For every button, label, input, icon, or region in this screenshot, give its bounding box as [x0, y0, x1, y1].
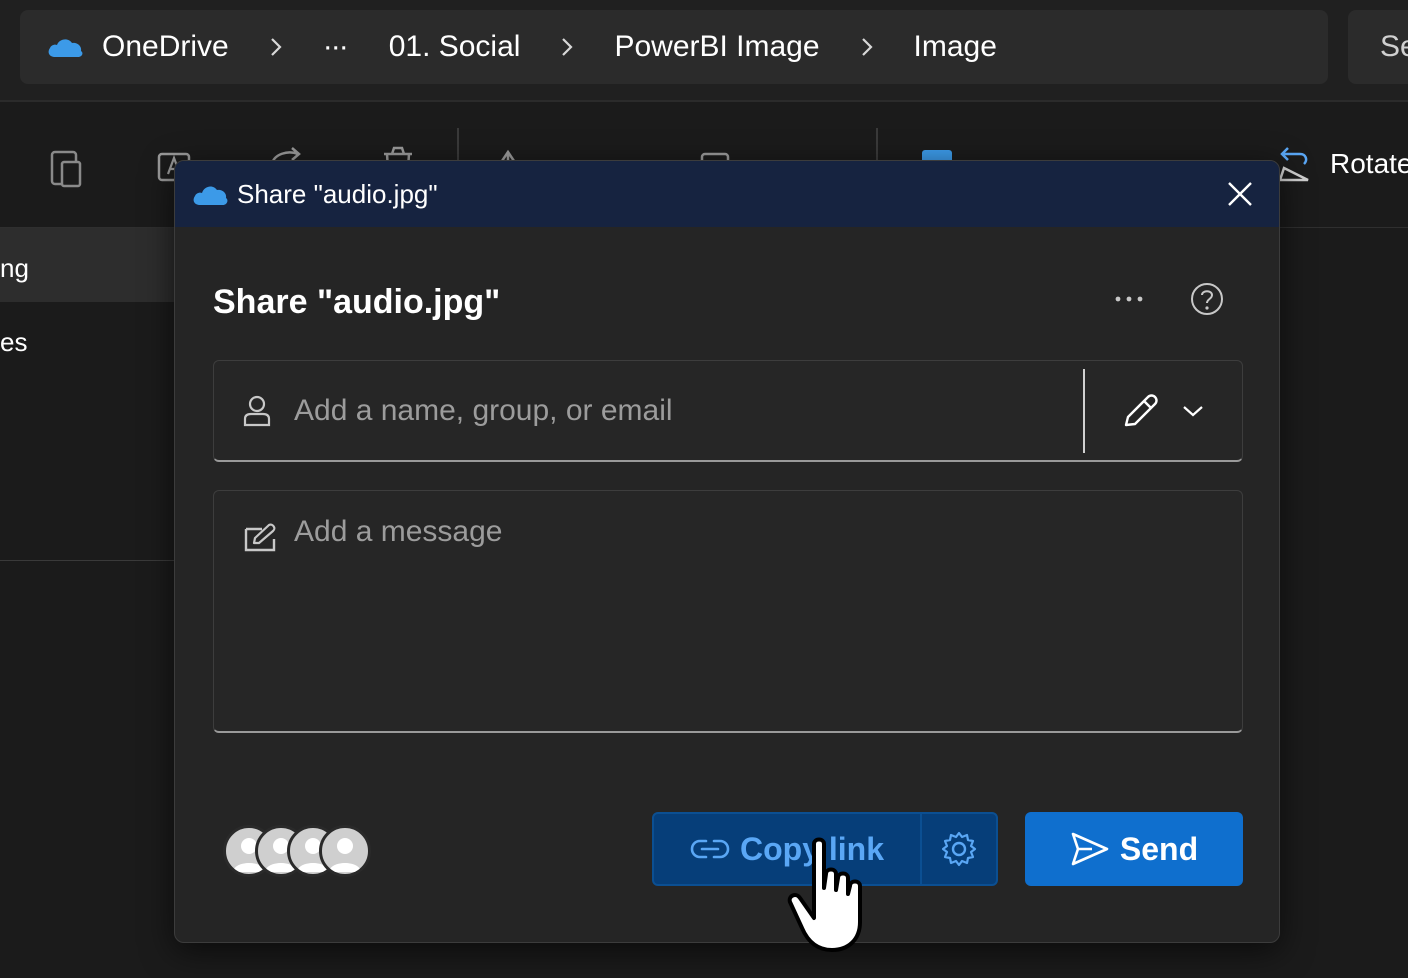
- more-options-button[interactable]: [1111, 281, 1147, 317]
- search-input[interactable]: Se: [1348, 10, 1408, 84]
- more-icon: [1115, 296, 1143, 302]
- dialog-titlebar: Share "audio.jpg": [175, 161, 1279, 227]
- avatar: [319, 825, 371, 877]
- nav-item-label[interactable]: es: [0, 327, 27, 358]
- breadcrumb-01-social[interactable]: 01. Social: [389, 30, 521, 64]
- chevron-right-icon[interactable]: [560, 35, 574, 59]
- send-icon: [1071, 832, 1109, 866]
- rotate-button[interactable]: Rotate: [1276, 144, 1408, 184]
- link-settings-button[interactable]: [922, 814, 996, 884]
- chevron-right-icon[interactable]: [269, 35, 283, 59]
- message-box[interactable]: [213, 490, 1243, 733]
- chevron-down-icon: [1183, 406, 1203, 417]
- nav-divider: [0, 560, 176, 561]
- dialog-window-title: Share "audio.jpg": [237, 178, 438, 209]
- close-button[interactable]: [1221, 175, 1259, 213]
- field-divider: [1083, 369, 1085, 453]
- share-dialog: Share "audio.jpg" Share "audio.jpg" Add …: [174, 160, 1280, 943]
- onedrive-cloud-icon: [48, 39, 83, 57]
- shared-with-avatars[interactable]: [223, 825, 383, 881]
- close-icon: [1228, 182, 1252, 206]
- compose-icon: [244, 523, 276, 552]
- people-picker[interactable]: [213, 360, 1243, 462]
- message-input[interactable]: [294, 515, 1214, 715]
- copy-link-label: Copy link: [739, 830, 884, 867]
- breadcrumb[interactable]: OneDrive ··· 01. Social PowerBI Image Im…: [20, 10, 1328, 84]
- link-icon: [690, 839, 730, 859]
- people-input[interactable]: [294, 389, 1074, 433]
- permission-dropdown[interactable]: [1110, 383, 1230, 439]
- search-text: Se: [1380, 30, 1408, 63]
- breadcrumb-image[interactable]: Image: [914, 30, 997, 64]
- file-explorer-window: OneDrive ··· 01. Social PowerBI Image Im…: [0, 0, 1408, 978]
- send-label: Send: [1119, 830, 1199, 867]
- rotate-icon: [1278, 147, 1309, 182]
- dialog-heading: Share "audio.jpg": [213, 283, 501, 321]
- copy-link-button[interactable]: Copy link: [654, 814, 922, 884]
- rotate-label: Rotate: [1330, 148, 1408, 179]
- pencil-icon: [1124, 394, 1158, 427]
- onedrive-cloud-icon: [193, 186, 228, 205]
- breadcrumb-powerbi-image[interactable]: PowerBI Image: [614, 30, 819, 64]
- address-bar-region: OneDrive ··· 01. Social PowerBI Image Im…: [0, 0, 1408, 102]
- help-icon[interactable]: [1189, 281, 1225, 317]
- paste-icon[interactable]: [46, 146, 86, 190]
- gear-icon: [941, 831, 977, 867]
- nav-item-label[interactable]: ng: [0, 253, 29, 284]
- copy-link-group: Copy link: [652, 812, 998, 886]
- breadcrumb-overflow[interactable]: ···: [323, 30, 349, 64]
- breadcrumb-onedrive[interactable]: OneDrive: [102, 30, 229, 64]
- chevron-right-icon[interactable]: [860, 35, 874, 59]
- person-icon: [243, 395, 271, 427]
- send-button[interactable]: Send: [1025, 812, 1243, 886]
